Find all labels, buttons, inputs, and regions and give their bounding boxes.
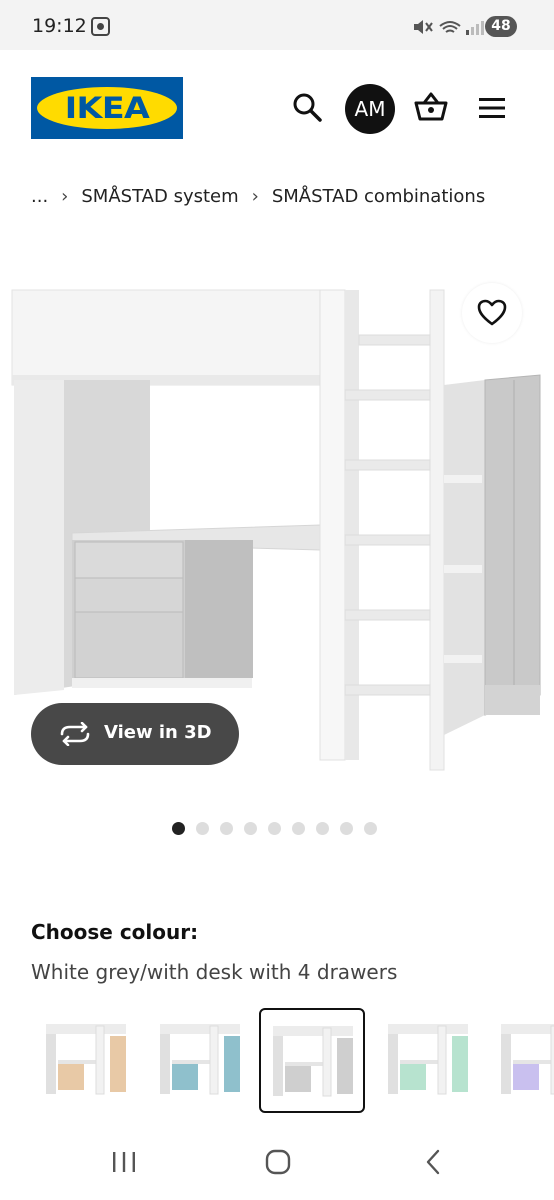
carousel-dot[interactable] [340,822,353,835]
account-avatar[interactable]: AM [345,84,395,134]
menu-icon[interactable] [478,94,506,122]
swatch-thumbnail [273,1026,353,1097]
view-in-3d-button[interactable]: View in 3D [31,703,239,765]
view-in-3d-label: View in 3D [104,722,212,743]
breadcrumb-item-combinations[interactable]: SMÅSTAD combinations [272,186,485,207]
colour-swatch-blue[interactable] [148,1008,254,1113]
selected-colour-label: White grey/with desk with 4 drawers [31,960,398,984]
swatch-thumbnail [388,1024,468,1095]
back-icon[interactable] [420,1148,448,1176]
site-header: IKEA AM [0,50,554,168]
logo-text: IKEA [64,91,150,125]
basket-icon[interactable] [413,90,449,124]
rotate-3d-icon [60,722,90,746]
colour-swatch-grey-selected[interactable] [259,1008,365,1113]
chevron-right-icon: › [251,186,259,207]
status-icons [414,20,484,35]
breadcrumb-item-system[interactable]: SMÅSTAD system [81,186,238,207]
status-time: 19:12 [32,15,87,37]
favourite-button[interactable] [462,283,522,343]
colour-swatch-list [0,1006,554,1116]
chevron-right-icon: › [61,186,69,207]
home-icon[interactable] [264,1148,292,1176]
colour-swatch-beige[interactable] [34,1008,140,1113]
system-navigation-bar [0,1128,554,1200]
image-carousel-dots [172,822,377,835]
swatch-thumbnail [160,1024,240,1095]
carousel-dot[interactable] [244,822,257,835]
swatch-thumbnail [501,1024,554,1095]
carousel-dot[interactable] [220,822,233,835]
heart-icon [477,299,507,326]
swatch-thumbnail [46,1024,126,1095]
colour-swatch-lilac[interactable] [489,1008,554,1113]
carousel-dot[interactable] [316,822,329,835]
carousel-dot[interactable] [364,822,377,835]
carousel-dot[interactable] [268,822,281,835]
carousel-dot[interactable] [196,822,209,835]
carousel-dot[interactable] [172,822,185,835]
screen-record-icon [91,17,110,36]
colour-swatch-mint[interactable] [376,1008,482,1113]
ikea-logo[interactable]: IKEA [31,77,183,139]
breadcrumb-ellipsis[interactable]: ... [31,186,48,207]
carousel-dot[interactable] [292,822,305,835]
recent-apps-icon[interactable] [110,1148,138,1176]
battery-badge: 48 [485,16,517,37]
search-icon[interactable] [290,90,324,124]
product-image[interactable] [0,285,554,775]
status-bar: 19:12 48 [0,0,554,50]
choose-colour-heading: Choose colour: [31,920,199,944]
breadcrumb: ... › SMÅSTAD system › SMÅSTAD combinati… [31,186,485,207]
